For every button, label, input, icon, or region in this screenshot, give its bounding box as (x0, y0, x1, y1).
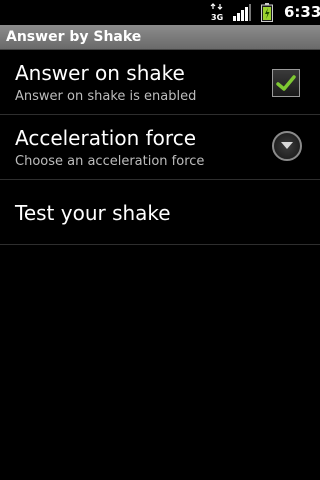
chevron-down-icon (281, 142, 293, 149)
3g-data-icon: 3G (210, 3, 223, 22)
pref-answer-on-shake[interactable]: Answer on shake Answer on shake is enabl… (0, 50, 320, 115)
title-bar: Answer by Shake (0, 25, 320, 50)
app-title: Answer by Shake (6, 29, 142, 45)
answer-on-shake-checkbox[interactable] (272, 69, 300, 97)
svg-text:3G: 3G (211, 13, 223, 22)
pref-summary: Answer on shake is enabled (15, 89, 197, 104)
pref-title: Test your shake (15, 201, 171, 225)
acceleration-dropdown-button[interactable] (272, 131, 302, 161)
pref-acceleration-force[interactable]: Acceleration force Choose an acceleratio… (0, 115, 320, 180)
pref-title: Acceleration force (15, 126, 196, 150)
signal-icon (233, 4, 251, 21)
pref-summary: Choose an acceleration force (15, 154, 205, 169)
pref-title: Answer on shake (15, 61, 185, 85)
status-clock: 6:33 (284, 3, 320, 21)
checkmark-icon (276, 75, 296, 91)
pref-test-your-shake[interactable]: Test your shake (0, 180, 320, 245)
battery-icon (261, 3, 273, 22)
status-bar: 3G 6:33 (0, 0, 320, 25)
